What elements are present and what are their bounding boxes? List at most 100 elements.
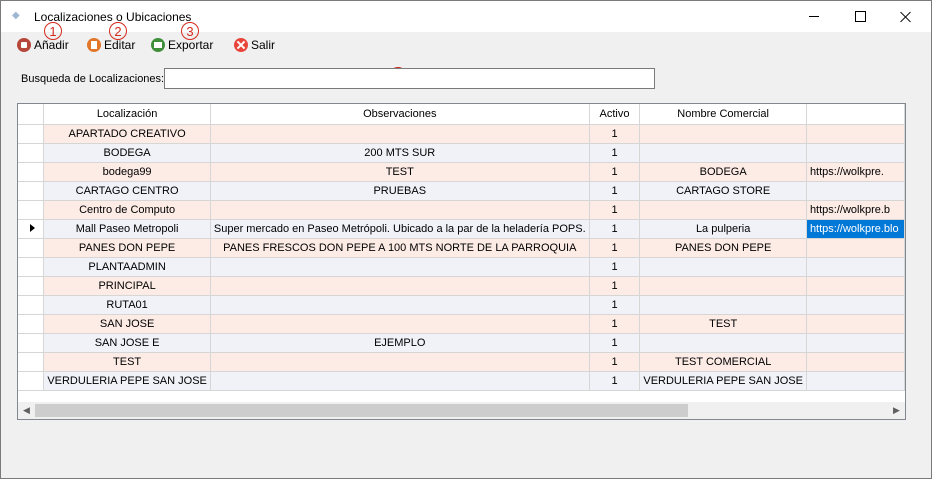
cell-nombre-comercial[interactable]: CARTAGO STORE — [639, 181, 807, 201]
cell-observaciones[interactable] — [210, 371, 590, 391]
row-header[interactable] — [18, 181, 45, 201]
row-header[interactable] — [18, 333, 45, 353]
row-header[interactable] — [18, 162, 45, 182]
cell-activo[interactable]: 1 — [589, 314, 641, 334]
cell-nombre-comercial[interactable]: PANES DON PEPE — [639, 238, 807, 258]
row-header[interactable] — [18, 314, 45, 334]
cell-nombre-comercial[interactable]: VERDULERIA PEPE SAN JOSE — [639, 371, 807, 391]
table-row[interactable]: PLANTAADMIN 1 — [18, 257, 905, 277]
exit-button[interactable]: Salir — [234, 37, 275, 53]
cell-activo[interactable]: 1 — [589, 219, 641, 239]
table-row[interactable]: Centro de Computo 1 https://wolkpre.b — [18, 200, 905, 220]
cell-activo[interactable]: 1 — [589, 200, 641, 220]
cell-localizacion[interactable]: PANES DON PEPE — [43, 238, 211, 258]
cell-localizacion[interactable]: CARTAGO CENTRO — [43, 181, 211, 201]
cell-extra[interactable] — [806, 257, 905, 277]
cell-nombre-comercial[interactable] — [639, 257, 807, 277]
table-row[interactable]: APARTADO CREATIVO 1 — [18, 124, 905, 144]
cell-extra[interactable]: https://wolkpre.blo — [806, 219, 905, 239]
cell-extra[interactable] — [806, 238, 905, 258]
cell-extra[interactable] — [806, 371, 905, 391]
cell-observaciones[interactable] — [210, 314, 590, 334]
cell-observaciones[interactable] — [210, 276, 590, 296]
cell-observaciones[interactable]: EJEMPLO — [210, 333, 590, 353]
cell-nombre-comercial[interactable]: TEST — [639, 314, 807, 334]
cell-extra[interactable] — [806, 276, 905, 296]
table-row[interactable]: RUTA01 1 — [18, 295, 905, 315]
cell-observaciones[interactable]: TEST — [210, 162, 590, 182]
cell-localizacion[interactable]: SAN JOSE — [43, 314, 211, 334]
cell-observaciones[interactable] — [210, 257, 590, 277]
cell-extra[interactable] — [806, 143, 905, 163]
cell-localizacion[interactable]: APARTADO CREATIVO — [43, 124, 211, 144]
cell-nombre-comercial[interactable]: TEST COMERCIAL — [639, 352, 807, 372]
chevron-left-icon[interactable]: ◀ — [18, 402, 35, 419]
cell-activo[interactable]: 1 — [589, 371, 641, 391]
cell-nombre-comercial[interactable] — [639, 295, 807, 315]
row-header[interactable] — [18, 371, 45, 391]
cell-extra[interactable]: https://wolkpre. — [806, 162, 905, 182]
cell-localizacion[interactable]: PLANTAADMIN — [43, 257, 211, 277]
cell-nombre-comercial[interactable] — [639, 333, 807, 353]
cell-nombre-comercial[interactable] — [639, 143, 807, 163]
table-row[interactable]: BODEGA 200 MTS SUR 1 — [18, 143, 905, 163]
cell-activo[interactable]: 1 — [589, 181, 641, 201]
cell-localizacion[interactable]: TEST — [43, 352, 211, 372]
table-row[interactable]: CARTAGO CENTRO PRUEBAS 1 CARTAGO STORE — [18, 181, 905, 201]
export-button[interactable]: Exportar — [151, 37, 213, 53]
row-header[interactable] — [18, 238, 45, 258]
cell-nombre-comercial[interactable]: La pulperia — [639, 219, 807, 239]
cell-observaciones[interactable]: 200 MTS SUR — [210, 143, 590, 163]
cell-observaciones[interactable]: Super mercado en Paseo Metrópoli. Ubicad… — [210, 219, 590, 239]
column-header-extra[interactable] — [806, 104, 905, 125]
cell-nombre-comercial[interactable] — [639, 276, 807, 296]
cell-observaciones[interactable] — [210, 124, 590, 144]
cell-activo[interactable]: 1 — [589, 276, 641, 296]
table-row[interactable]: SAN JOSE E EJEMPLO 1 — [18, 333, 905, 353]
edit-button[interactable]: Editar — [87, 37, 135, 53]
table-row[interactable]: bodega99 TEST 1 BODEGA https://wolkpre. — [18, 162, 905, 182]
cell-nombre-comercial[interactable] — [639, 124, 807, 144]
cell-activo[interactable]: 1 — [589, 238, 641, 258]
cell-localizacion[interactable]: bodega99 — [43, 162, 211, 182]
cell-localizacion[interactable]: BODEGA — [43, 143, 211, 163]
row-header[interactable] — [18, 143, 45, 163]
table-row[interactable]: TEST 1 TEST COMERCIAL — [18, 352, 905, 372]
row-header[interactable] — [18, 124, 45, 144]
cell-activo[interactable]: 1 — [589, 124, 641, 144]
column-header-nombre-comercial[interactable]: Nombre Comercial — [639, 104, 807, 125]
cell-extra[interactable] — [806, 181, 905, 201]
title-bar[interactable]: ◆ Localizaciones o Ubicaciones — [1, 1, 931, 32]
cell-activo[interactable]: 1 — [589, 352, 641, 372]
table-row[interactable]: PANES DON PEPE PANES FRESCOS DON PEPE A 1… — [18, 238, 905, 258]
cell-extra[interactable] — [806, 124, 905, 144]
cell-localizacion[interactable]: Mall Paseo Metropoli — [43, 219, 211, 239]
cell-extra[interactable] — [806, 352, 905, 372]
table-row[interactable]: SAN JOSE 1 TEST — [18, 314, 905, 334]
minimize-button[interactable] — [791, 1, 837, 32]
column-header-activo[interactable]: Activo — [589, 104, 641, 125]
horizontal-scrollbar[interactable]: ◀ ▶ — [18, 402, 905, 419]
close-button[interactable] — [883, 1, 929, 32]
cell-observaciones[interactable] — [210, 352, 590, 372]
table-row[interactable]: PRINCIPAL 1 — [18, 276, 905, 296]
cell-nombre-comercial[interactable] — [639, 200, 807, 220]
cell-localizacion[interactable]: SAN JOSE E — [43, 333, 211, 353]
chevron-right-icon[interactable]: ▶ — [888, 402, 905, 419]
cell-activo[interactable]: 1 — [589, 143, 641, 163]
cell-activo[interactable]: 1 — [589, 257, 641, 277]
cell-extra[interactable] — [806, 333, 905, 353]
scrollbar-thumb[interactable] — [35, 404, 688, 417]
cell-extra[interactable]: https://wolkpre.b — [806, 200, 905, 220]
row-header[interactable] — [18, 219, 45, 239]
cell-observaciones[interactable] — [210, 295, 590, 315]
cell-activo[interactable]: 1 — [589, 162, 641, 182]
row-header[interactable] — [18, 276, 45, 296]
row-header[interactable] — [18, 352, 45, 372]
cell-observaciones[interactable]: PRUEBAS — [210, 181, 590, 201]
cell-localizacion[interactable]: Centro de Computo — [43, 200, 211, 220]
cell-localizacion[interactable]: RUTA01 — [43, 295, 211, 315]
row-header[interactable] — [18, 295, 45, 315]
cell-localizacion[interactable]: PRINCIPAL — [43, 276, 211, 296]
cell-activo[interactable]: 1 — [589, 333, 641, 353]
